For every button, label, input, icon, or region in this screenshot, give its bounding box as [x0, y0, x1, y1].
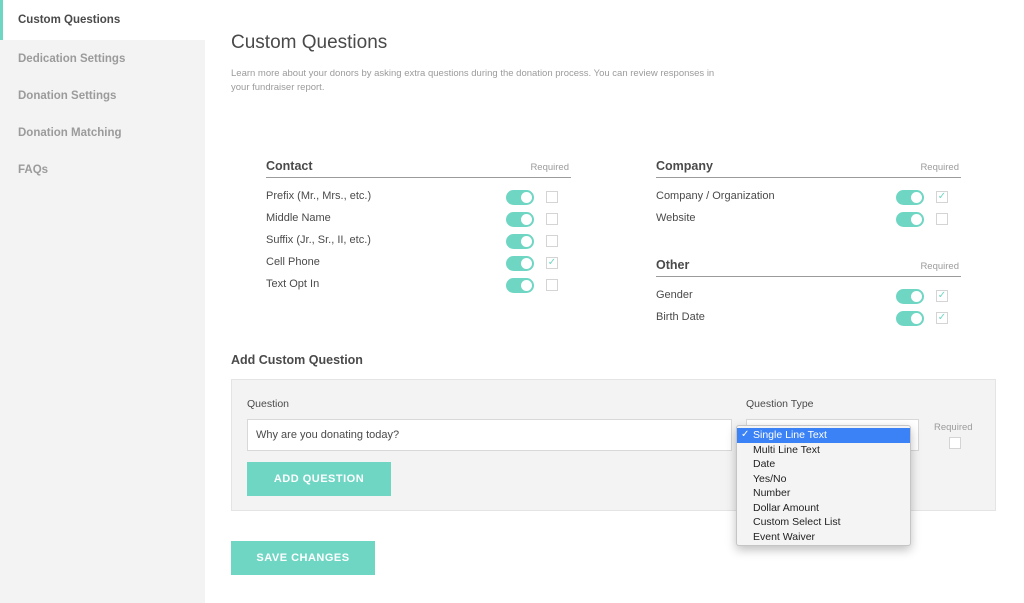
checkmark-icon: ✓ — [547, 257, 557, 268]
field-row: Birth Date ✓ — [656, 306, 961, 328]
field-label: Prefix (Mr., Mrs., etc.) — [266, 190, 372, 202]
other-group: Other Required Gender ✓ Birth Date ✓ — [656, 257, 961, 328]
add-question-button[interactable]: ADD QUESTION — [247, 462, 391, 496]
enable-toggle[interactable] — [506, 278, 534, 293]
sidebar-item-custom-questions[interactable]: Custom Questions — [0, 0, 205, 40]
enable-toggle[interactable] — [896, 311, 924, 326]
required-checkbox[interactable] — [936, 213, 948, 225]
enable-toggle[interactable] — [896, 289, 924, 304]
sidebar: Custom Questions Dedication Settings Don… — [0, 0, 205, 603]
group-title: Contact — [266, 159, 313, 173]
checkmark-icon: ✓ — [741, 429, 750, 440]
group-title: Company — [656, 159, 713, 173]
field-label: Birth Date — [656, 311, 705, 323]
contact-group-header: Contact Required — [266, 158, 571, 178]
enable-toggle[interactable] — [896, 212, 924, 227]
sidebar-item-dedication-settings[interactable]: Dedication Settings — [0, 40, 205, 77]
add-question-title: Add Custom Question — [231, 353, 363, 367]
field-label: Gender — [656, 289, 693, 301]
required-column-label: Required — [920, 162, 959, 173]
field-row: Prefix (Mr., Mrs., etc.) — [266, 185, 571, 207]
field-row: Text Opt In — [266, 273, 571, 295]
question-type-dropdown: ✓ Single Line Text Multi Line Text Date Y… — [736, 425, 911, 546]
page-title: Custom Questions — [231, 32, 388, 53]
dropdown-option[interactable]: Number — [737, 486, 910, 501]
required-column-label: Required — [920, 261, 959, 272]
field-row: Cell Phone ✓ — [266, 251, 571, 273]
dropdown-option[interactable]: Event Waiver — [737, 530, 910, 545]
dropdown-option[interactable]: Multi Line Text — [737, 443, 910, 458]
required-checkbox[interactable] — [546, 191, 558, 203]
field-label: Middle Name — [266, 212, 331, 224]
dropdown-option[interactable]: Yes/No — [737, 472, 910, 487]
field-label: Company / Organization — [656, 190, 775, 202]
required-checkbox[interactable] — [546, 279, 558, 291]
required-column-label: Required — [530, 162, 569, 173]
field-label: Text Opt In — [266, 278, 320, 290]
dropdown-option[interactable]: ✓ Single Line Text — [737, 428, 910, 443]
checkmark-icon: ✓ — [937, 191, 947, 202]
group-title: Other — [656, 258, 690, 272]
sidebar-item-donation-settings[interactable]: Donation Settings — [0, 77, 205, 114]
contact-group: Contact Required Prefix (Mr., Mrs., etc.… — [266, 158, 571, 295]
field-row: Suffix (Jr., Sr., II, etc.) — [266, 229, 571, 251]
question-input[interactable] — [247, 419, 732, 451]
enable-toggle[interactable] — [506, 234, 534, 249]
enable-toggle[interactable] — [896, 190, 924, 205]
question-label: Question — [247, 398, 290, 410]
dropdown-option[interactable]: Date — [737, 457, 910, 472]
required-checkbox[interactable] — [546, 235, 558, 247]
required-checkbox[interactable]: ✓ — [936, 312, 948, 324]
question-type-label: Question Type — [746, 398, 814, 410]
required-checkbox[interactable] — [546, 213, 558, 225]
field-label: Cell Phone — [266, 256, 320, 268]
save-changes-button[interactable]: SAVE CHANGES — [231, 541, 375, 575]
question-required-checkbox[interactable] — [949, 437, 961, 449]
field-label: Website — [656, 212, 696, 224]
required-checkbox[interactable]: ✓ — [546, 257, 558, 269]
other-group-header: Other Required — [656, 257, 961, 277]
required-checkbox[interactable]: ✓ — [936, 191, 948, 203]
company-group-header: Company Required — [656, 158, 961, 178]
checkmark-icon: ✓ — [937, 290, 947, 301]
sidebar-item-donation-matching[interactable]: Donation Matching — [0, 114, 205, 151]
field-row: Gender ✓ — [656, 284, 961, 306]
field-row: Middle Name — [266, 207, 571, 229]
field-label: Suffix (Jr., Sr., II, etc.) — [266, 234, 371, 246]
required-label: Required — [934, 422, 973, 433]
enable-toggle[interactable] — [506, 256, 534, 271]
field-row: Website — [656, 207, 961, 229]
company-group: Company Required Company / Organization … — [656, 158, 961, 229]
dropdown-option[interactable]: Dollar Amount — [737, 501, 910, 516]
sidebar-item-faqs[interactable]: FAQs — [0, 151, 205, 188]
enable-toggle[interactable] — [506, 190, 534, 205]
required-checkbox[interactable]: ✓ — [936, 290, 948, 302]
checkmark-icon: ✓ — [937, 312, 947, 323]
dropdown-option[interactable]: Custom Select List — [737, 515, 910, 530]
page-description: Learn more about your donors by asking e… — [231, 68, 715, 93]
field-row: Company / Organization ✓ — [656, 185, 961, 207]
enable-toggle[interactable] — [506, 212, 534, 227]
